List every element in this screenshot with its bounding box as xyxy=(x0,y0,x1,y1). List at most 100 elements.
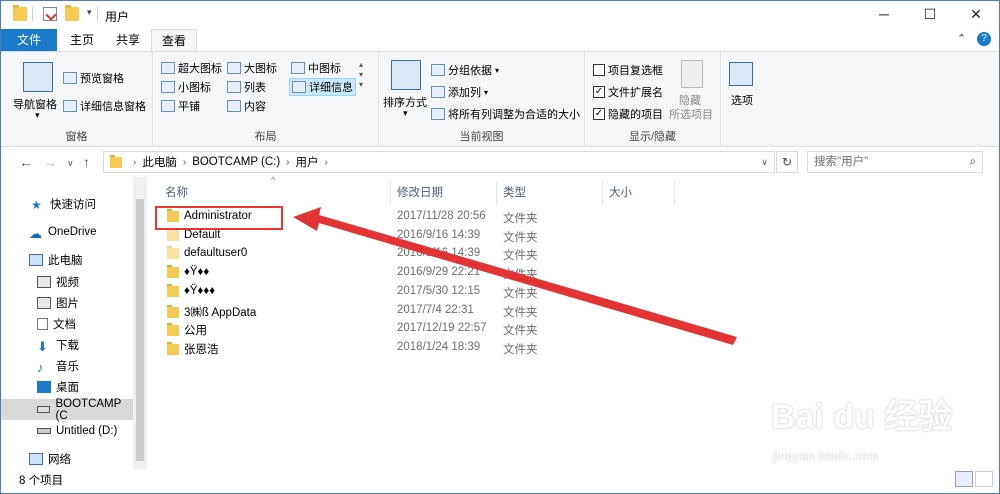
hidden-items-checkbox[interactable]: ✓ xyxy=(593,108,605,120)
file-name-text: 公用 xyxy=(184,325,207,337)
breadcrumb-users[interactable]: 用户 xyxy=(296,154,319,170)
layout-details[interactable]: 详细信息 xyxy=(289,78,356,96)
maximize-button[interactable]: ☐ xyxy=(907,1,953,29)
address-dropdown-icon[interactable]: ∨ xyxy=(761,157,768,168)
layout-small-icons[interactable]: 小图标 xyxy=(161,79,211,95)
file-extensions-toggle[interactable]: ✓ 文件扩展名 xyxy=(593,84,663,100)
chevron-down-icon[interactable]: ▾ xyxy=(35,110,40,121)
chevron-down-icon: ▾ xyxy=(484,87,489,97)
chevron-down-icon[interactable]: ▾ xyxy=(403,108,408,119)
navigation-bar: ← → ∨ ↑ › 此电脑 › BOOTCAMP (C:) › 用户 › ∨ ↻… xyxy=(1,147,999,177)
fit-columns-button[interactable]: 将所有列调整为合适的大小 xyxy=(431,106,580,122)
up-arrow-icon[interactable]: ↑ xyxy=(83,154,90,170)
preview-pane-button[interactable]: 预览窗格 xyxy=(63,70,124,86)
item-checkboxes-checkbox[interactable] xyxy=(593,64,605,76)
nav-item-desktop[interactable]: 桌面 xyxy=(1,376,133,397)
options-button[interactable]: 选项 xyxy=(731,92,753,108)
search-input[interactable]: 搜索"用户" ⌕ xyxy=(807,151,983,173)
layout-scroll-buttons[interactable]: ▴ ▾ ▾ xyxy=(359,60,363,90)
nav-item-videos[interactable]: 视频 xyxy=(1,271,133,292)
layout-list[interactable]: 列表 xyxy=(227,79,266,95)
tab-home[interactable]: 主页 xyxy=(59,29,105,51)
layout-extra-large-icons[interactable]: 超大图标 xyxy=(161,60,222,76)
navigation-scrollbar[interactable] xyxy=(133,177,147,469)
scrollbar-thumb[interactable] xyxy=(136,199,144,461)
item-checkboxes-toggle[interactable]: 项目复选框 xyxy=(593,62,663,78)
nav-item-documents[interactable]: 文档 xyxy=(1,313,133,334)
nav-item-label: 图片 xyxy=(56,297,79,310)
nav-item-pictures[interactable]: 图片 xyxy=(1,292,133,313)
forward-arrow-icon[interactable]: → xyxy=(43,154,57,170)
column-size-label: 大小 xyxy=(609,187,632,199)
nav-item-quick-access[interactable]: ★ 快速访问 xyxy=(1,193,133,214)
file-row[interactable]: 张恩浩 2018/1/24 18:39 文件夹 xyxy=(153,339,543,358)
divider xyxy=(32,7,33,21)
refresh-button[interactable]: ↻ xyxy=(776,151,798,173)
tab-file[interactable]: 文件 xyxy=(1,29,57,51)
nav-item-this-pc[interactable]: 此电脑 xyxy=(1,249,133,270)
breadcrumb-separator: › xyxy=(133,156,137,168)
layout-medium-icons[interactable]: 中图标 xyxy=(291,60,341,76)
extra-large-icons-icon xyxy=(161,62,175,74)
breadcrumb-drive-c[interactable]: BOOTCAMP (C:) xyxy=(192,156,280,168)
large-icons-view-icon[interactable] xyxy=(975,471,993,487)
collapse-ribbon-icon[interactable]: ⌃ xyxy=(957,32,966,45)
nav-item-bootcamp-drive[interactable]: BOOTCAMP (C xyxy=(1,398,133,422)
file-row[interactable]: 公用 2017/12/19 22:57 文件夹 xyxy=(153,320,543,339)
divider xyxy=(97,7,98,21)
folder-icon xyxy=(167,304,179,318)
nav-item-network[interactable]: 网络 xyxy=(1,448,133,469)
annotation-highlight-box xyxy=(155,206,283,230)
file-row[interactable]: ♦Ÿ♦♦ 2016/9/29 22:21 文件夹 xyxy=(153,264,543,283)
column-header-type[interactable]: 类型 xyxy=(497,181,603,205)
add-columns-button[interactable]: 添加列 ▾ xyxy=(431,84,488,100)
show-hide-group-title: 显示/隐藏 xyxy=(628,131,677,143)
file-extensions-label: 文件扩展名 xyxy=(608,87,663,99)
nav-item-downloads[interactable]: ⬇ 下载 xyxy=(1,334,133,355)
medium-label: 中图标 xyxy=(308,63,341,75)
file-extensions-checkbox[interactable]: ✓ xyxy=(593,86,605,98)
minimize-button[interactable]: ─ xyxy=(861,1,907,29)
preview-pane-label: 预览窗格 xyxy=(80,73,124,85)
column-header-size[interactable]: 大小 xyxy=(603,181,675,205)
details-view-icon[interactable] xyxy=(955,471,973,487)
file-row[interactable]: defaultuser0 2016/9/16 14:39 文件夹 xyxy=(153,245,543,264)
hidden-items-toggle[interactable]: ✓ 隐藏的项目 xyxy=(593,106,663,122)
sort-ascending-icon: ^ xyxy=(271,175,276,185)
details-pane-button[interactable]: 详细信息窗格 xyxy=(63,98,146,114)
search-icon[interactable]: ⌕ xyxy=(970,152,976,172)
folder-icon xyxy=(167,227,179,241)
tab-view[interactable]: 查看 xyxy=(151,29,197,51)
file-date: 2016/9/29 22:21 xyxy=(397,266,481,278)
help-icon[interactable]: ? xyxy=(977,32,991,46)
recent-locations-icon[interactable]: ∨ xyxy=(67,158,74,169)
search-placeholder: 搜索"用户" xyxy=(814,156,869,168)
nav-item-untitled-drive[interactable]: Untitled (D:) xyxy=(1,420,133,441)
layout-tiles[interactable]: 平铺 xyxy=(161,98,200,114)
nav-item-label: 网络 xyxy=(48,453,71,466)
breadcrumb-separator: › xyxy=(182,156,187,168)
address-bar[interactable]: › 此电脑 › BOOTCAMP (C:) › 用户 › ∨ xyxy=(103,151,775,173)
file-row[interactable]: ♦Ÿ♦♦♦ 2017/5/30 12:15 文件夹 xyxy=(153,283,543,302)
layout-content[interactable]: 内容 xyxy=(227,98,266,114)
nav-item-onedrive[interactable]: ☁ OneDrive xyxy=(1,221,133,242)
close-button[interactable]: ✕ xyxy=(953,1,999,29)
breadcrumb-this-pc[interactable]: 此电脑 xyxy=(142,154,177,170)
column-header-date[interactable]: 修改日期 xyxy=(391,181,497,205)
music-icon: ♪ xyxy=(37,359,44,375)
folder-icon xyxy=(167,264,179,278)
layout-large-icons[interactable]: 大图标 xyxy=(227,60,277,76)
properties-icon[interactable] xyxy=(43,7,57,21)
file-type: 文件夹 xyxy=(503,269,538,281)
customize-quick-access-icon[interactable]: ▾ xyxy=(87,7,95,21)
tab-share[interactable]: 共享 xyxy=(105,29,151,51)
picture-icon xyxy=(37,296,51,309)
group-by-button[interactable]: 分组依据 ▾ xyxy=(431,62,499,78)
new-folder-icon[interactable] xyxy=(65,5,79,21)
status-bar: 8 个项目 xyxy=(1,469,999,491)
file-name: defaultuser0 xyxy=(167,245,247,259)
add-columns-label: 添加列 xyxy=(448,87,481,99)
back-arrow-icon[interactable]: ← xyxy=(19,154,33,170)
file-row[interactable]: 3㈱ß AppData 2017/7/4 22:31 文件夹 xyxy=(153,302,543,321)
nav-item-music[interactable]: ♪ 音乐 xyxy=(1,355,133,376)
